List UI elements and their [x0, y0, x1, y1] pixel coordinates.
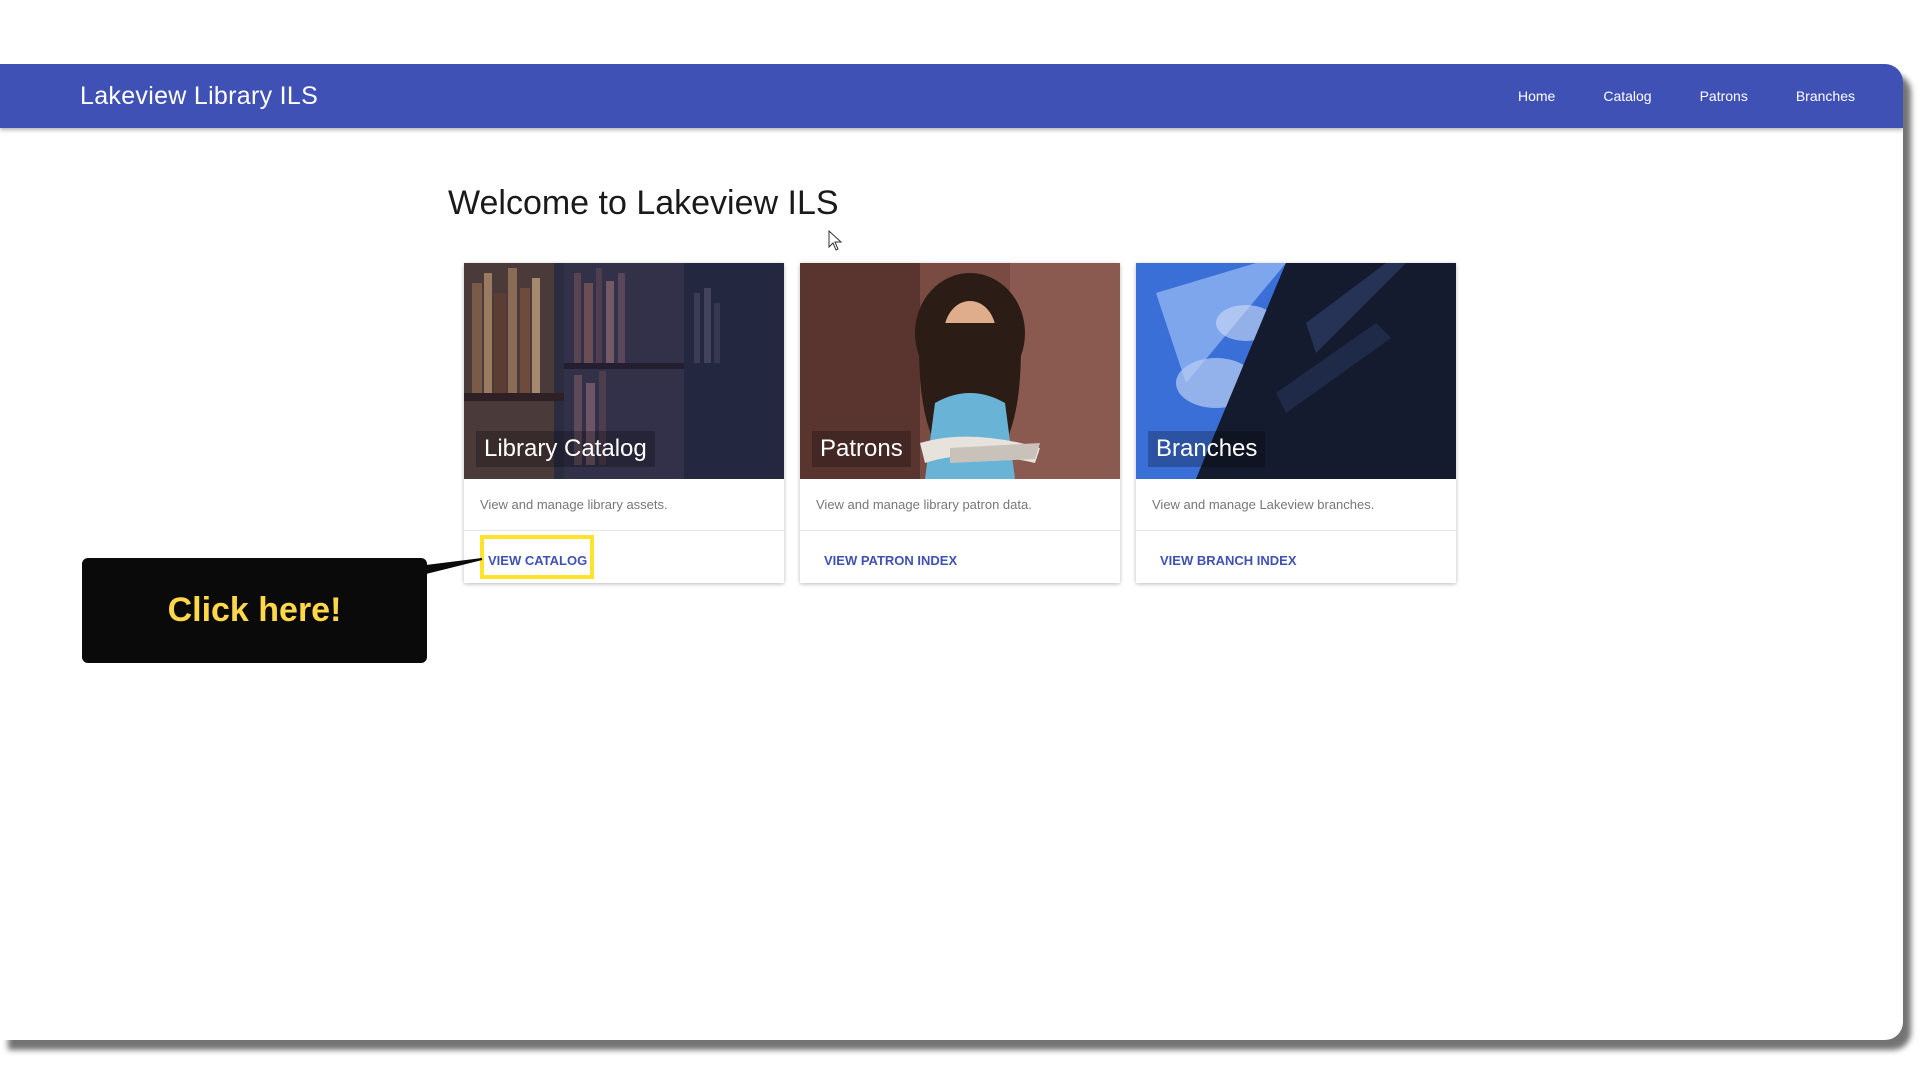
nav-links: Home Catalog Patrons Branches: [1470, 64, 1855, 128]
view-patron-index-button[interactable]: VIEW PATRON INDEX: [824, 553, 957, 568]
nav-link-branches[interactable]: Branches: [1796, 88, 1855, 104]
nav-link-catalog[interactable]: Catalog: [1603, 88, 1651, 104]
card-title: Branches: [1148, 431, 1266, 467]
card-description: View and manage Lakeview branches.: [1136, 479, 1456, 531]
page-title: Welcome to Lakeview ILS: [448, 184, 839, 222]
card-patrons: Patrons View and manage library patron d…: [800, 263, 1120, 583]
reading-woman-image: Patrons: [800, 263, 1120, 479]
callout-text: Click here!: [167, 591, 342, 629]
card-description: View and manage library assets.: [464, 479, 784, 531]
building-glass-image: Branches: [1136, 263, 1456, 479]
card-grid: Library Catalog View and manage library …: [464, 263, 1456, 583]
card-description: View and manage library patron data.: [800, 479, 1120, 531]
nav-link-patrons[interactable]: Patrons: [1700, 88, 1748, 104]
card-title: Library Catalog: [476, 431, 655, 467]
brand-title[interactable]: Lakeview Library ILS: [80, 64, 318, 128]
view-catalog-button[interactable]: VIEW CATALOG: [488, 553, 587, 568]
card-branches: Branches View and manage Lakeview branch…: [1136, 263, 1456, 583]
tutorial-callout: Click here!: [82, 558, 427, 663]
card-library-catalog: Library Catalog View and manage library …: [464, 263, 784, 583]
top-navbar: Lakeview Library ILS Home Catalog Patron…: [0, 64, 1903, 128]
card-title: Patrons: [812, 431, 911, 467]
browser-window: Lakeview Library ILS Home Catalog Patron…: [0, 64, 1903, 1040]
view-branch-index-button[interactable]: VIEW BRANCH INDEX: [1160, 553, 1297, 568]
bookshelf-image: Library Catalog: [464, 263, 784, 479]
mouse-cursor-icon: [828, 230, 843, 251]
nav-link-home[interactable]: Home: [1518, 88, 1555, 104]
